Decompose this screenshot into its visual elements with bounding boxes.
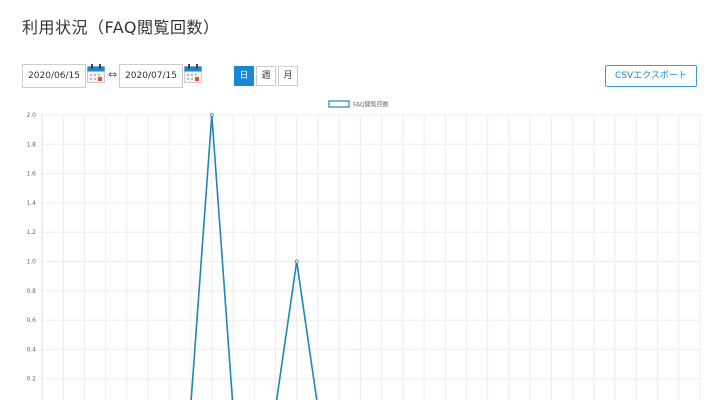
period-day-button[interactable]: 日 <box>234 66 254 86</box>
legend-label: FAQ閲覧回数 <box>353 101 389 109</box>
chart-series <box>190 113 318 400</box>
y-tick-label: 1.2 <box>26 229 36 236</box>
data-point <box>209 113 214 117</box>
y-tick-label: 1.0 <box>26 259 36 266</box>
chart-legend: FAQ閲覧回数 <box>328 100 389 109</box>
start-date-field[interactable]: 2020/06/15 <box>22 64 86 88</box>
end-date-field[interactable]: 2020/07/15 <box>119 64 183 88</box>
legend-swatch <box>328 100 350 108</box>
period-week-button[interactable]: 週 <box>256 66 276 86</box>
period-month-button[interactable]: 月 <box>278 66 298 86</box>
chart-grid <box>41 114 701 400</box>
page-title: 利用状況（FAQ閲覧回数） <box>22 18 220 37</box>
line-chart: 2.0 1.8 1.6 1.4 1.2 1.0 0.8 0.6 0.4 0.2 FAQ閲覧回数 <box>26 100 701 400</box>
y-tick-label: 0.6 <box>26 317 36 324</box>
data-point <box>294 259 299 264</box>
csv-export-button[interactable]: CSVエクスポート <box>605 65 697 87</box>
calendar-icon[interactable] <box>184 64 202 83</box>
date-range-arrow: ⇔ <box>108 68 118 81</box>
calendar-icon[interactable] <box>87 64 105 83</box>
y-tick-label: 0.8 <box>26 288 36 295</box>
y-tick-label: 0.4 <box>26 346 36 353</box>
y-tick-label: 1.4 <box>26 200 36 207</box>
series-line <box>190 114 318 400</box>
y-tick-label: 1.6 <box>26 171 36 178</box>
y-axis-ticks: 2.0 1.8 1.6 1.4 1.2 1.0 0.8 0.6 0.4 0.2 <box>26 112 36 383</box>
y-tick-label: 1.8 <box>26 141 36 148</box>
y-tick-label: 2.0 <box>26 112 36 119</box>
y-tick-label: 0.2 <box>26 376 36 383</box>
